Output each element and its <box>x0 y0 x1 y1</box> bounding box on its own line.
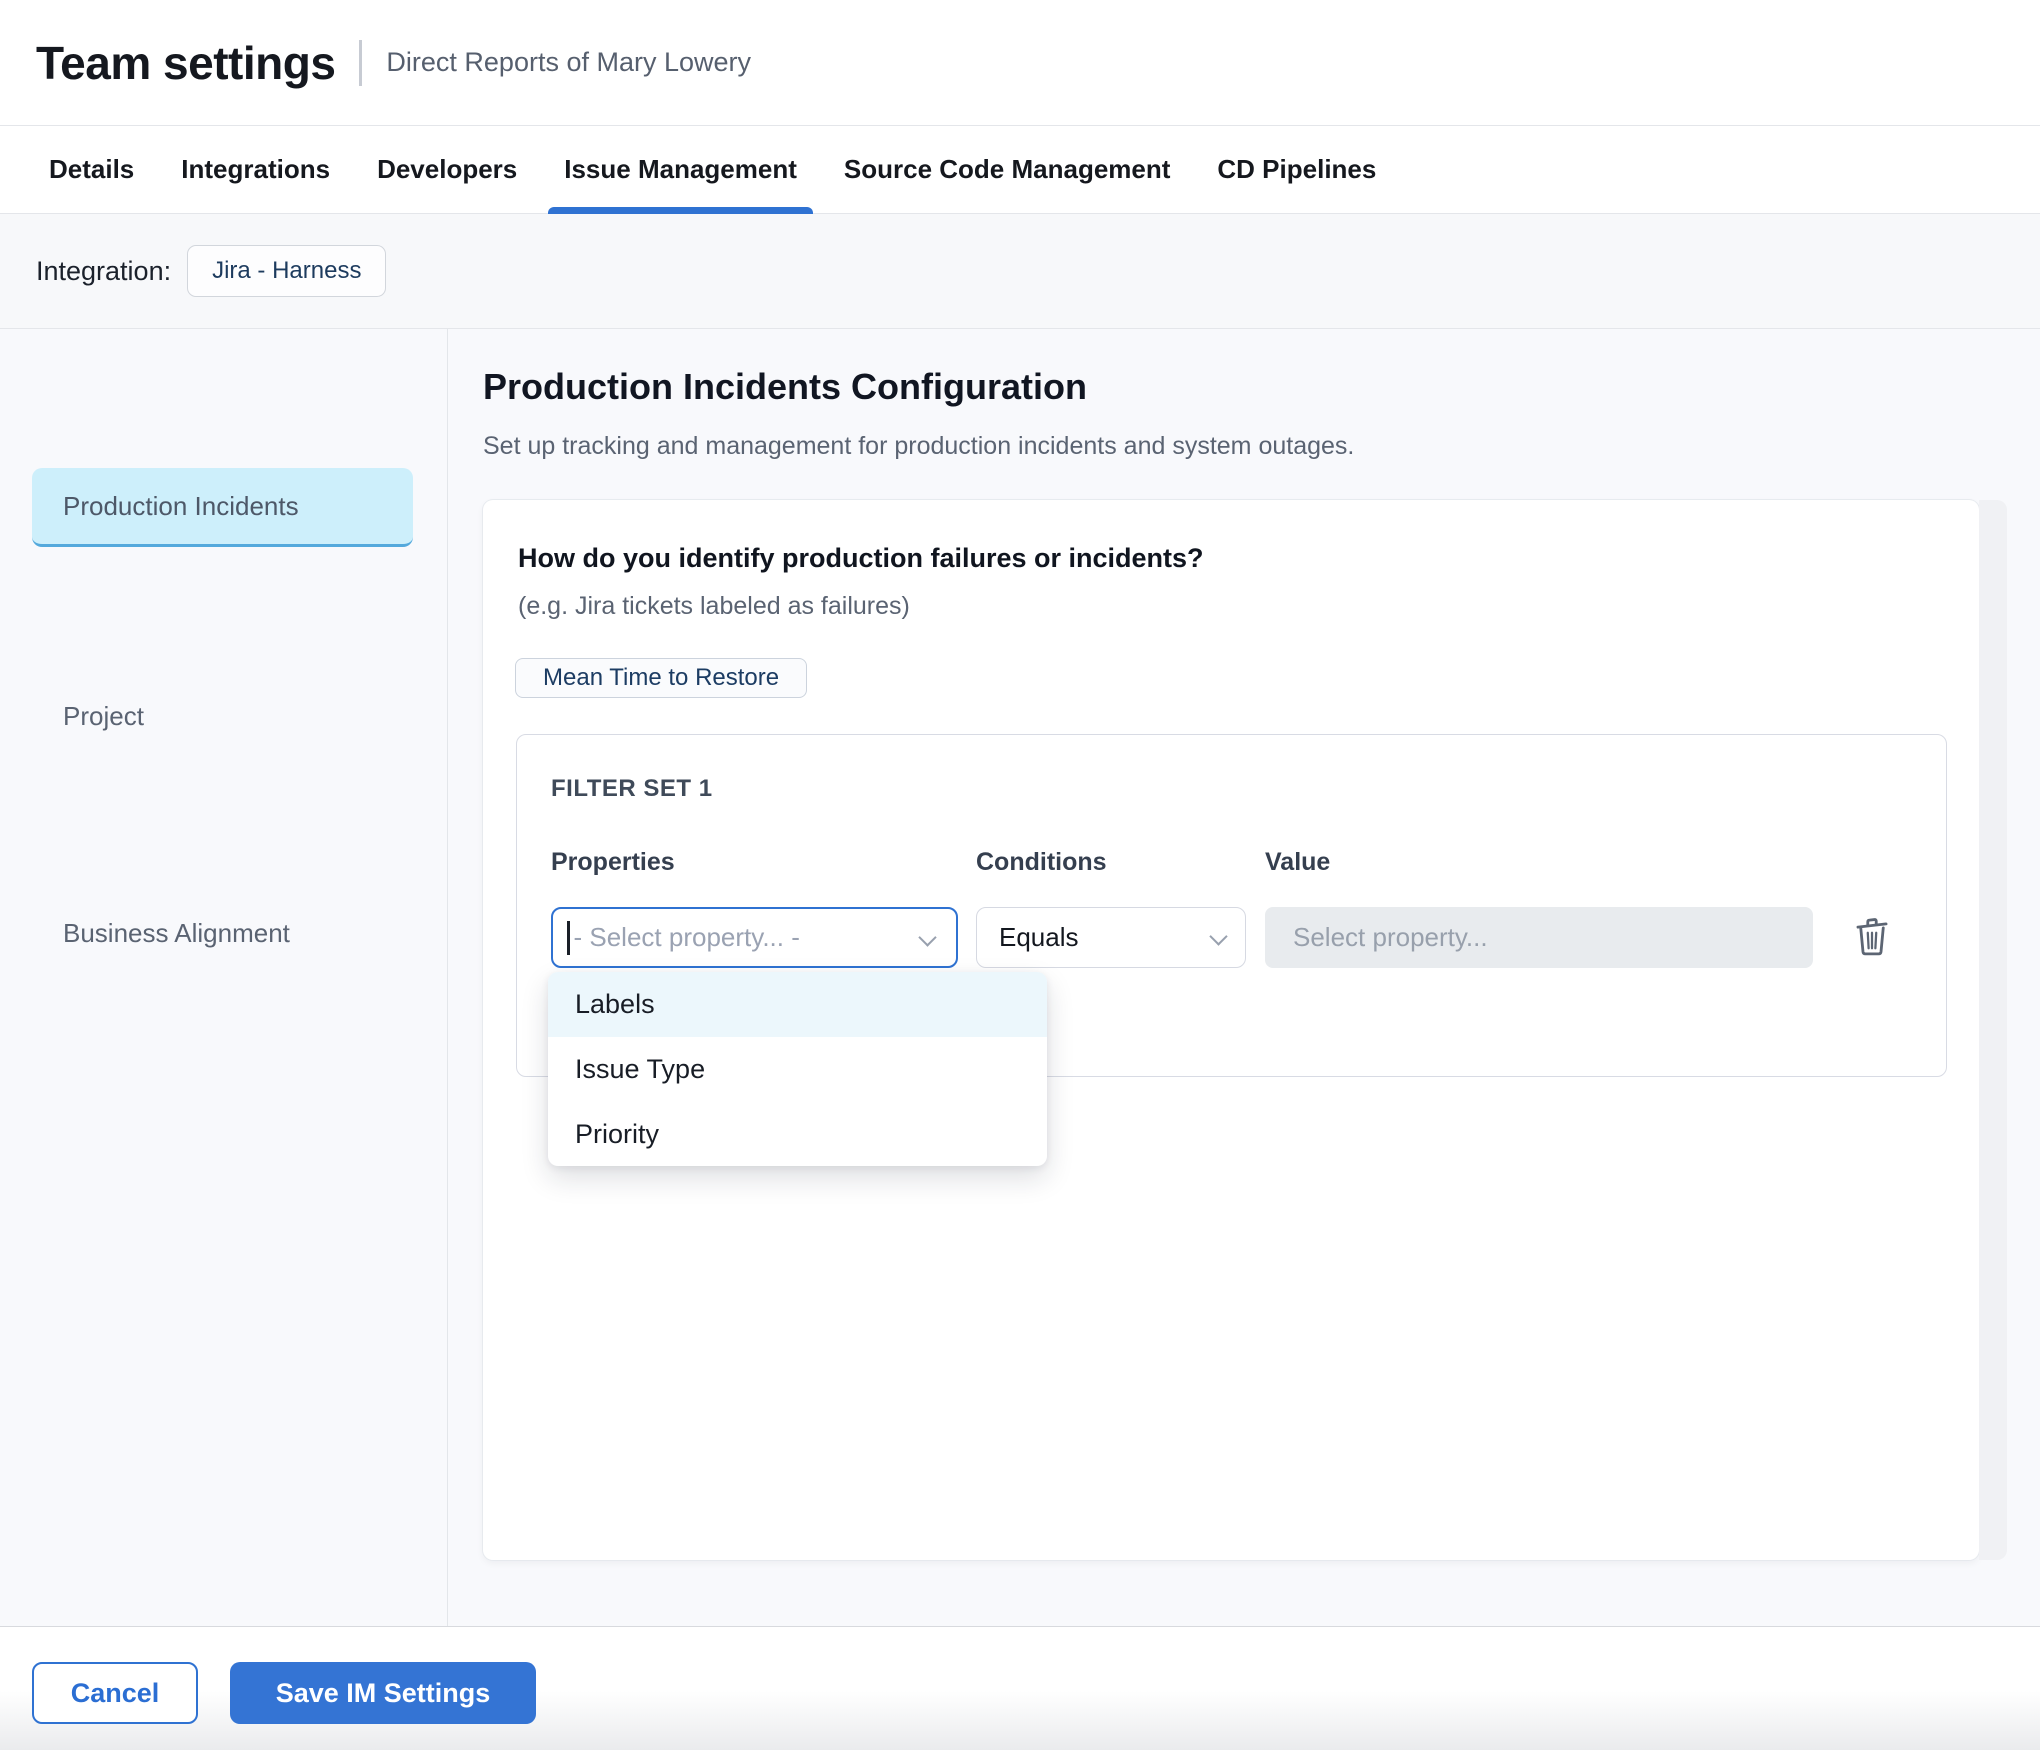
chevron-down-icon <box>1209 927 1227 945</box>
tab-issue-management[interactable]: Issue Management <box>564 126 797 213</box>
section-description: Set up tracking and management for produ… <box>483 432 1354 461</box>
condition-select-value: Equals <box>999 922 1079 953</box>
properties-column-label: Properties <box>551 848 675 877</box>
integration-band: Integration: Jira - Harness <box>0 214 2040 329</box>
conditions-column-label: Conditions <box>976 848 1107 877</box>
settings-sidebar: Project Production Incidents Business Al… <box>0 329 448 1626</box>
text-cursor <box>567 921 570 955</box>
sidebar-item-production-incidents[interactable]: Production Incidents <box>32 468 413 547</box>
tab-cd-pipelines[interactable]: CD Pipelines <box>1217 126 1376 213</box>
title-separator <box>359 40 362 86</box>
page-header: Team settings Direct Reports of Mary Low… <box>0 0 2040 126</box>
value-input[interactable] <box>1265 907 1813 968</box>
tab-integrations[interactable]: Integrations <box>181 126 330 213</box>
property-select-placeholder: - Select property... - <box>574 922 800 953</box>
scrollbar-track[interactable] <box>1979 500 2007 1560</box>
section-title: Production Incidents Configuration <box>483 366 1087 408</box>
footer-bar: Cancel Save IM Settings <box>0 1626 2040 1750</box>
sidebar-item-business-alignment[interactable]: Business Alignment <box>63 918 290 949</box>
value-column-label: Value <box>1265 848 1330 877</box>
tab-source-code-management[interactable]: Source Code Management <box>844 126 1171 213</box>
dropdown-option-labels[interactable]: Labels <box>548 972 1047 1037</box>
team-settings-page: Team settings Direct Reports of Mary Low… <box>0 0 2040 1750</box>
sidebar-item-project[interactable]: Project <box>63 701 144 732</box>
filter-set-title: FILTER SET 1 <box>551 775 713 803</box>
page-title: Team settings <box>36 36 335 90</box>
integration-badge[interactable]: Jira - Harness <box>187 245 386 297</box>
metric-chip-mttr[interactable]: Mean Time to Restore <box>515 658 807 698</box>
property-dropdown-menu: Labels Issue Type Priority <box>548 972 1047 1166</box>
trash-icon <box>1855 918 1889 959</box>
dropdown-option-issue-type[interactable]: Issue Type <box>548 1037 1047 1102</box>
dropdown-option-priority[interactable]: Priority <box>548 1102 1047 1167</box>
cancel-button[interactable]: Cancel <box>32 1662 198 1724</box>
delete-filter-button[interactable] <box>1851 917 1893 959</box>
identify-question: How do you identify production failures … <box>518 543 1204 574</box>
page-context: Direct Reports of Mary Lowery <box>386 47 751 78</box>
condition-select[interactable]: Equals <box>976 907 1246 968</box>
integration-label: Integration: <box>36 256 171 287</box>
tab-developers[interactable]: Developers <box>377 126 517 213</box>
chevron-down-icon <box>918 928 936 946</box>
content-region: Project Production Incidents Business Al… <box>0 329 2040 1626</box>
identify-hint: (e.g. Jira tickets labeled as failures) <box>518 592 910 621</box>
property-select[interactable]: - Select property... - <box>551 907 958 968</box>
tab-details[interactable]: Details <box>49 126 134 213</box>
save-im-settings-button[interactable]: Save IM Settings <box>230 1662 536 1724</box>
tab-bar: Details Integrations Developers Issue Ma… <box>0 126 2040 214</box>
